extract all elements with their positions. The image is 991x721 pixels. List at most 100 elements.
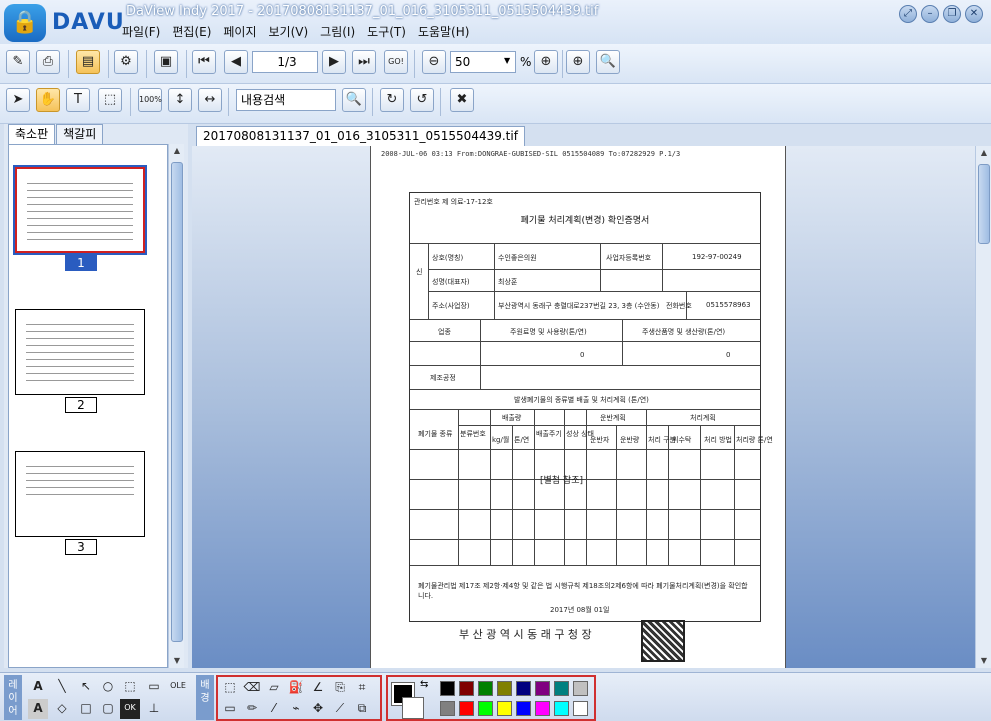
seal-tool-icon[interactable]: ⊥ (144, 699, 164, 719)
fullscreen-icon[interactable]: ⤢ (899, 5, 917, 23)
ok-stamp-tool-icon[interactable]: OK (120, 699, 140, 719)
document-view[interactable]: 2008-JUL-06 03:13 From:DONGRAE-GUBISED-S… (192, 146, 975, 668)
color-swatch[interactable] (516, 681, 531, 696)
page-indicator-input[interactable]: 1/3 (252, 51, 318, 73)
diamond-tool-icon[interactable]: ◇ (52, 699, 72, 719)
close-icon[interactable]: ✕ (965, 5, 983, 23)
rounded-rect-tool-icon[interactable]: ▢ (98, 699, 118, 719)
thumbnail-label-1[interactable]: 1 (65, 255, 97, 271)
thumbnail-page-3[interactable] (15, 451, 145, 537)
rotate-right-icon[interactable]: ↻ (380, 88, 404, 112)
rect-select-tool-icon[interactable]: ⬚ (120, 677, 140, 697)
rectangle-tool-icon[interactable]: □ (76, 699, 96, 719)
rotate-left-icon[interactable]: ↺ (410, 88, 434, 112)
thumbnail-scrollbar[interactable]: ▲ ▼ (168, 144, 184, 668)
swap-colors-icon[interactable]: ⇆ (420, 679, 428, 690)
tab-thumbnails[interactable]: 축소판 (8, 124, 56, 144)
document-tab[interactable]: 20170808131137_01_016_3105311_0515504439… (196, 126, 525, 146)
menu-help[interactable]: 도움말(H) (418, 23, 470, 40)
prev-page-icon[interactable]: ◀ (224, 50, 248, 74)
scroll-up-icon[interactable]: ▲ (169, 144, 185, 158)
color-swatch[interactable] (535, 701, 550, 716)
edit-icon[interactable]: ✎ (6, 50, 30, 74)
fill-tool-icon[interactable]: ▱ (264, 678, 284, 698)
stamp-tool-icon[interactable]: OLE (168, 677, 188, 697)
thumbnail-panel-icon[interactable]: ▤ (76, 50, 100, 74)
ellipse-tool-icon[interactable]: ○ (98, 677, 118, 697)
color-swatch[interactable] (478, 681, 493, 696)
menu-tools[interactable]: 도구(T) (367, 23, 406, 40)
goto-page-button[interactable]: GO! (384, 50, 408, 74)
thumbnail-page-1[interactable] (15, 167, 145, 253)
color-swatch[interactable] (573, 681, 588, 696)
menu-page[interactable]: 페이지 (223, 23, 256, 40)
scrollbar-thumb[interactable] (171, 162, 183, 642)
color-swatch[interactable] (459, 701, 474, 716)
color-swatch[interactable] (516, 701, 531, 716)
zoom-area-icon[interactable]: ⊕ (566, 50, 590, 74)
image-tool-icon[interactable]: ▭ (144, 677, 164, 697)
color-swatch[interactable] (440, 681, 455, 696)
crop-tool-icon[interactable]: ⌗ (352, 678, 372, 698)
thumbnail-label-3[interactable]: 3 (65, 539, 97, 555)
tab-bookmarks[interactable]: 책갈피 (56, 124, 104, 144)
color-swatch[interactable] (535, 681, 550, 696)
zoom-in-icon[interactable]: ⊕ (534, 50, 558, 74)
scroll-down-icon[interactable]: ▼ (169, 654, 185, 668)
zoom-out-icon[interactable]: ⊖ (422, 50, 446, 74)
select-arrow-icon[interactable]: ➤ (6, 88, 30, 112)
fit-height-icon[interactable]: ↕ (168, 88, 192, 112)
text-select-icon[interactable]: T (66, 88, 90, 112)
pencil-tool-icon[interactable]: ✏ (242, 699, 262, 719)
paint-bucket-icon[interactable]: ⛽ (286, 678, 306, 698)
color-swatch[interactable] (497, 701, 512, 716)
arrow-tool-icon[interactable]: ↖ (76, 677, 96, 697)
color-swatch[interactable] (440, 701, 455, 716)
chevron-down-icon[interactable]: ▼ (504, 56, 510, 65)
next-page-icon[interactable]: ▶ (322, 50, 346, 74)
menu-edit[interactable]: 편집(E) (172, 23, 211, 40)
deskew-tool-icon[interactable]: ⟋ (330, 699, 350, 719)
document-scrollbar[interactable]: ▲ ▼ (975, 146, 991, 668)
minimize-icon[interactable]: – (921, 5, 939, 23)
color-swatch[interactable] (478, 701, 493, 716)
brush-tool-icon[interactable]: ⌁ (286, 699, 306, 719)
background-tab[interactable]: 배경 (196, 675, 214, 720)
settings-gear-icon[interactable]: ⚙ (114, 50, 138, 74)
line-draw-icon[interactable]: ∠ (308, 678, 328, 698)
color-swatch[interactable] (554, 681, 569, 696)
scroll-up-icon[interactable]: ▲ (976, 146, 991, 160)
select-tool-icon[interactable]: ⬚ (220, 678, 240, 698)
restore-icon[interactable]: ❐ (943, 5, 961, 23)
close-document-icon[interactable]: ✖ (450, 88, 474, 112)
color-swatch[interactable] (554, 701, 569, 716)
layer-tab[interactable]: 레이어 (4, 675, 22, 720)
scroll-down-icon[interactable]: ▼ (976, 654, 991, 668)
menu-file[interactable]: 파일(F) (122, 23, 160, 40)
area-select-icon[interactable]: ⬚ (98, 88, 122, 112)
fit-width-icon[interactable]: ↔ (198, 88, 222, 112)
color-swatch[interactable] (497, 681, 512, 696)
thumbnail-label-2[interactable]: 2 (65, 397, 97, 413)
menu-image[interactable]: 그림(I) (320, 23, 355, 40)
magnifier-icon[interactable]: 🔍 (596, 50, 620, 74)
text-box-tool-icon[interactable]: A (28, 699, 48, 719)
hand-pan-icon[interactable]: ✋ (36, 88, 60, 112)
line-tool-icon[interactable]: ╲ (52, 677, 72, 697)
menu-view[interactable]: 보기(V) (269, 23, 309, 40)
first-page-icon[interactable]: ⏮ (192, 50, 216, 74)
scrollbar-thumb[interactable] (978, 164, 990, 244)
copy-tool-icon[interactable]: ⎘ (330, 678, 350, 698)
background-color[interactable] (402, 697, 424, 719)
eyedropper-tool-icon[interactable]: ⁄ (264, 699, 284, 719)
color-swatch[interactable] (459, 681, 474, 696)
last-page-icon[interactable]: ⏭ (352, 50, 376, 74)
rect-tool-icon[interactable]: ▭ (220, 699, 240, 719)
color-swatch[interactable] (573, 701, 588, 716)
eraser-tool-icon[interactable]: ⌫ (242, 678, 262, 698)
text-tool-icon[interactable]: A (28, 677, 48, 697)
thumbnail-page-2[interactable] (15, 309, 145, 395)
move-tool-icon[interactable]: ✥ (308, 699, 328, 719)
print-icon[interactable]: ⎙ (36, 50, 60, 74)
search-icon[interactable]: 🔍 (342, 88, 366, 112)
